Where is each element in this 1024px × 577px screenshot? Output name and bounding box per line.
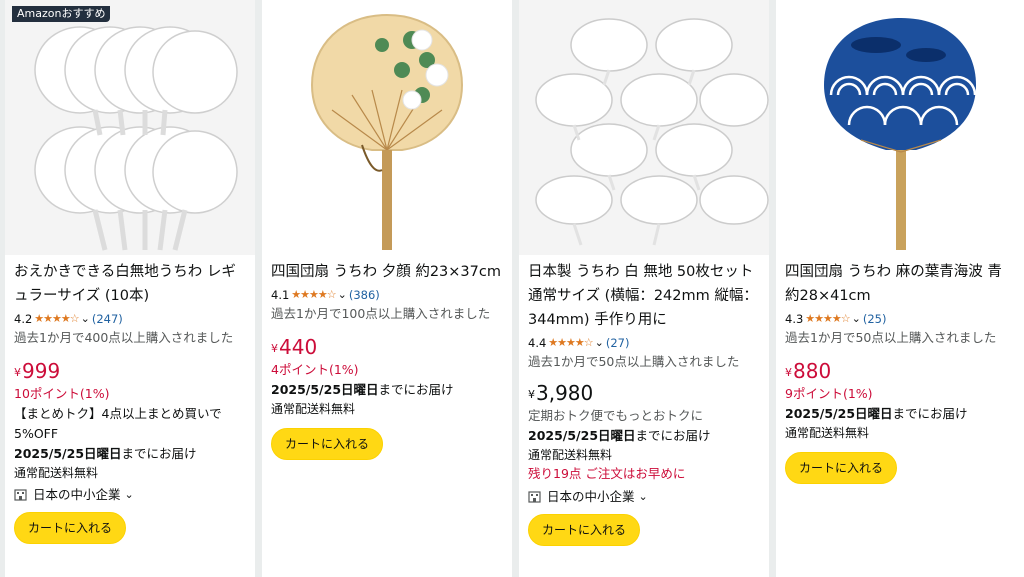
rating-value: 4.3	[785, 312, 804, 326]
building-icon	[528, 491, 541, 503]
add-to-cart-button[interactable]: カートに入れる	[14, 512, 127, 544]
product-card: Amazonおすすめ おえかきできる白無地うちわ レギュラーサイズ (10本) …	[5, 0, 255, 577]
product-title[interactable]: 四国団扇 うちわ 麻の葉青海波 青 約28×41cm	[785, 260, 1016, 308]
chevron-down-icon[interactable]: ⌄	[852, 310, 861, 328]
points: 4ポイント(1%)	[271, 362, 359, 377]
price[interactable]: ¥880	[785, 358, 1016, 384]
delivery-info: 2025/5/25日曜日までにお届け	[14, 446, 197, 461]
amazon-recommends-badge: Amazonおすすめ	[12, 6, 111, 22]
white-uchiwa-50-set-image	[519, 0, 769, 255]
price[interactable]: ¥3,980	[528, 380, 761, 406]
rating-row: 4.3 ★★★★☆ ⌄ (25)	[785, 310, 1016, 328]
review-count-link[interactable]: (247)	[92, 310, 123, 328]
shipping-info: 通常配送料無料	[528, 448, 613, 462]
chevron-down-icon[interactable]: ⌄	[125, 484, 134, 506]
chevron-down-icon[interactable]: ⌄	[595, 334, 604, 352]
add-to-cart-button[interactable]: カートに入れる	[271, 428, 384, 460]
rating-row: 4.1 ★★★★☆ ⌄ (386)	[271, 286, 504, 304]
star-rating-icon[interactable]: ★★★★☆	[291, 286, 336, 304]
product-image[interactable]	[519, 0, 769, 255]
rating-row: 4.2 ★★★★☆ ⌄ (247)	[14, 310, 247, 328]
delivery-info: 2025/5/25日曜日までにお届け	[785, 406, 968, 421]
review-count-link[interactable]: (25)	[863, 310, 887, 328]
stock-warning: 残り19点 ご注文はお早めに	[528, 466, 686, 481]
seller-badge[interactable]: 日本の中小企業 ⌄	[14, 484, 247, 506]
seller-badge[interactable]: 日本の中小企業 ⌄	[528, 486, 761, 508]
bought-count: 過去1か月で100点以上購入されました	[271, 306, 491, 321]
review-count-link[interactable]: (386)	[349, 286, 380, 304]
delivery-info: 2025/5/25日曜日までにお届け	[528, 428, 711, 443]
price[interactable]: ¥999	[14, 358, 247, 384]
shipping-info: 通常配送料無料	[785, 426, 870, 440]
shipping-info: 通常配送料無料	[14, 466, 99, 480]
delivery-info: 2025/5/25日曜日までにお届け	[271, 382, 454, 397]
rating-value: 4.2	[14, 312, 33, 326]
product-title[interactable]: 四国団扇 うちわ 夕顔 約23×37cm	[271, 260, 504, 284]
rating-row: 4.4 ★★★★☆ ⌄ (27)	[528, 334, 761, 352]
review-count-link[interactable]: (27)	[606, 334, 630, 352]
white-uchiwa-set-image	[5, 0, 255, 255]
subscribe-save-text: 定期おトク便でもっとおトクに	[528, 408, 704, 423]
product-image[interactable]	[776, 0, 1024, 255]
star-rating-icon[interactable]: ★★★★☆	[548, 334, 593, 352]
chevron-down-icon[interactable]: ⌄	[639, 486, 648, 508]
seller-label: 日本の中小企業	[547, 489, 635, 504]
points: 10ポイント(1%)	[14, 386, 110, 401]
product-image[interactable]	[262, 0, 512, 255]
bought-count: 過去1か月で400点以上購入されました	[14, 330, 234, 345]
product-image[interactable]: Amazonおすすめ	[5, 0, 255, 255]
bought-count: 過去1か月で50点以上購入されました	[528, 354, 740, 369]
product-card: 四国団扇 うちわ 麻の葉青海波 青 約28×41cm 4.3 ★★★★☆ ⌄ (…	[776, 0, 1024, 577]
add-to-cart-button[interactable]: カートに入れる	[528, 514, 641, 546]
price[interactable]: ¥440	[271, 334, 504, 360]
product-title[interactable]: おえかきできる白無地うちわ レギュラーサイズ (10本)	[14, 260, 247, 308]
star-rating-icon[interactable]: ★★★★☆	[805, 310, 850, 328]
product-card: 四国団扇 うちわ 夕顔 約23×37cm 4.1 ★★★★☆ ⌄ (386) 過…	[262, 0, 512, 577]
chevron-down-icon[interactable]: ⌄	[338, 286, 347, 304]
add-to-cart-button[interactable]: カートに入れる	[785, 452, 898, 484]
star-rating-icon[interactable]: ★★★★☆	[34, 310, 79, 328]
building-icon	[14, 489, 27, 501]
yugao-uchiwa-image	[262, 0, 512, 255]
points: 9ポイント(1%)	[785, 386, 873, 401]
seller-label: 日本の中小企業	[33, 487, 121, 502]
chevron-down-icon[interactable]: ⌄	[81, 310, 90, 328]
rating-value: 4.1	[271, 288, 290, 302]
product-card: 日本製 うちわ 白 無地 50枚セット 通常サイズ (横幅：242mm 縦幅：3…	[519, 0, 769, 577]
seigaiha-uchiwa-image	[776, 0, 1024, 255]
bought-count: 過去1か月で50点以上購入されました	[785, 330, 997, 345]
search-results-grid: Amazonおすすめ おえかきできる白無地うちわ レギュラーサイズ (10本) …	[0, 0, 1024, 577]
shipping-info: 通常配送料無料	[271, 402, 356, 416]
product-title[interactable]: 日本製 うちわ 白 無地 50枚セット 通常サイズ (横幅：242mm 縦幅：3…	[528, 260, 761, 332]
rating-value: 4.4	[528, 336, 547, 350]
promo-text: 【まとめトク】4点以上まとめ買いで5%OFF	[14, 406, 222, 441]
